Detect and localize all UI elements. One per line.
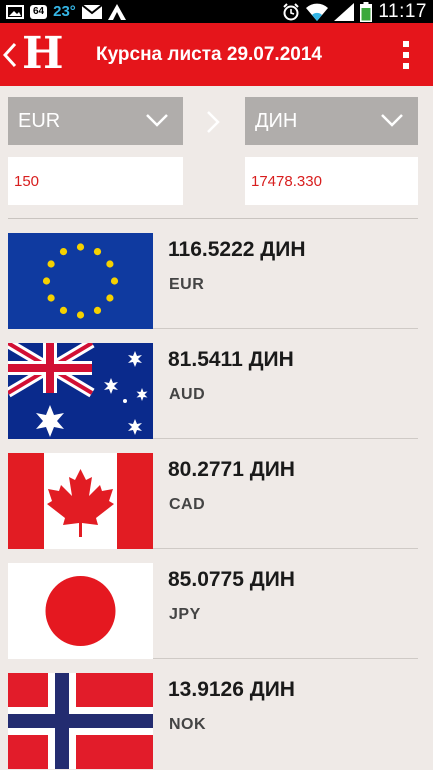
row-divider: [153, 328, 418, 329]
to-currency-select[interactable]: ДИН: [245, 97, 418, 145]
alarm-icon: [283, 2, 300, 20]
signal-icon: [334, 2, 355, 21]
battery-icon: [360, 1, 373, 22]
gallery-icon: [6, 4, 24, 19]
rate-value: 116.5222 ДИН: [168, 238, 306, 261]
rate-value: 81.5411 ДИН: [168, 348, 294, 371]
japan-flag-icon: [8, 563, 153, 659]
mail-icon: [81, 4, 102, 19]
rate-value: 80.2771 ДИН: [168, 458, 295, 481]
chevron-down-icon: [381, 114, 403, 127]
menu-dot-icon: [403, 41, 409, 47]
rate-row-jpy[interactable]: 85.0775 ДИН JPY: [0, 550, 433, 660]
app-notification-icon: [107, 3, 126, 20]
row-divider: [153, 438, 418, 439]
to-currency-value: ДИН: [255, 110, 298, 132]
back-button[interactable]: [0, 23, 20, 86]
rate-value: 13.9126 ДИН: [168, 678, 295, 701]
wifi-icon: [306, 3, 329, 21]
chevron-down-icon: [146, 114, 168, 127]
row-divider: [153, 658, 418, 659]
status-bar: 64 23° 11:17: [0, 0, 433, 23]
rate-row-nok[interactable]: 13.9126 ДИН NOK: [0, 660, 433, 770]
eu-flag-icon: [8, 233, 153, 329]
australia-flag-icon: [8, 343, 153, 439]
page-title: Курсна листа 29.07.2014: [96, 44, 322, 65]
currency-code: JPY: [169, 606, 201, 623]
menu-dot-icon: [403, 63, 409, 69]
chevron-right-icon: [207, 111, 220, 133]
rate-row-aud[interactable]: 81.5411 ДИН AUD: [0, 330, 433, 440]
currency-code: AUD: [169, 386, 206, 403]
rate-value: 85.0775 ДИН: [168, 568, 295, 591]
rate-row-eur[interactable]: 116.5222 ДИН EUR: [0, 220, 433, 330]
rate-row-cad[interactable]: 80.2771 ДИН CAD: [0, 440, 433, 550]
currency-code: CAD: [169, 496, 206, 513]
app-logo[interactable]: H: [22, 32, 64, 76]
to-amount-field[interactable]: 17478.330: [245, 157, 418, 205]
currency-code: NOK: [169, 716, 207, 733]
temperature: 23°: [53, 3, 76, 20]
canada-flag-icon: [8, 453, 153, 549]
divider: [8, 218, 418, 219]
from-currency-select[interactable]: EUR: [8, 97, 183, 145]
overflow-menu-button[interactable]: [401, 41, 411, 69]
norway-flag-icon: [8, 673, 153, 769]
chevron-left-icon: [3, 42, 17, 67]
currency-code: EUR: [169, 276, 205, 293]
rate-list: 116.5222 ДИН EUR 81.5411 ДИН AUD 80.2771…: [0, 220, 433, 770]
from-amount-input[interactable]: 150: [8, 157, 183, 205]
notification-badge: 64: [30, 4, 48, 19]
clock: 11:17: [378, 0, 427, 22]
from-currency-value: EUR: [18, 110, 61, 132]
app-bar: H Курсна листа 29.07.2014: [0, 23, 433, 86]
row-divider: [153, 548, 418, 549]
menu-dot-icon: [403, 52, 409, 58]
